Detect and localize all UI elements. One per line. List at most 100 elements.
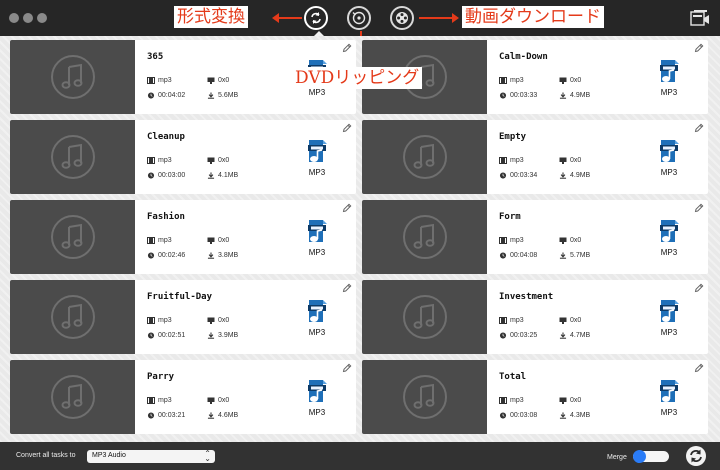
- download-icon: [559, 332, 567, 339]
- output-format-selector[interactable]: MP3: [304, 219, 330, 267]
- minimize-window-button[interactable]: [23, 13, 33, 23]
- output-format-label: MP3: [308, 168, 326, 177]
- task-size: 3.9MB: [207, 332, 238, 339]
- clock-icon: [499, 172, 507, 179]
- task-size-value: 4.7MB: [570, 332, 591, 339]
- disc-icon: [352, 11, 366, 25]
- mp3-format-icon: [308, 140, 327, 162]
- task-resolution: 0x0: [559, 397, 581, 404]
- film-icon: [147, 77, 155, 84]
- output-format-label: MP3: [308, 328, 326, 337]
- film-icon: [499, 237, 507, 244]
- output-format-selector[interactable]: MP3: [656, 139, 682, 187]
- task-title: Calm-Down: [499, 52, 548, 62]
- task-card[interactable]: Investment mp3 0x0 00:03:25 4.7MB MP3: [362, 280, 708, 354]
- download-icon: [207, 92, 215, 99]
- edit-pencil-icon[interactable]: [342, 283, 352, 293]
- edit-pencil-icon[interactable]: [694, 43, 704, 53]
- edit-pencil-icon[interactable]: [694, 203, 704, 213]
- zoom-window-button[interactable]: [37, 13, 47, 23]
- task-format: mp3: [499, 317, 524, 324]
- edit-pencil-icon[interactable]: [342, 203, 352, 213]
- clock-icon: [499, 412, 507, 419]
- dvd-ripping-mode-button[interactable]: [347, 6, 371, 30]
- task-duration: 00:03:08: [499, 412, 537, 419]
- task-thumbnail: [362, 280, 487, 354]
- output-format-selector[interactable]: MP3: [656, 299, 682, 347]
- monitor-icon: [207, 397, 215, 404]
- merge-toggle[interactable]: [633, 450, 669, 463]
- task-size: 4.9MB: [559, 92, 590, 99]
- task-title: Parry: [147, 372, 175, 382]
- media-library-icon[interactable]: [690, 9, 710, 27]
- task-duration: 00:02:46: [147, 252, 185, 259]
- task-duration-value: 00:04:08: [510, 252, 538, 259]
- download-icon: [207, 332, 215, 339]
- mp3-format-icon: [308, 380, 327, 402]
- task-card[interactable]: Total mp3 0x0 00:03:08 4.3MB MP3: [362, 360, 708, 434]
- task-grid: 365 mp3 0x0 00:04:02 5.6MB MP3 Calm-Down…: [10, 40, 708, 434]
- task-format: mp3: [499, 397, 524, 404]
- convert-icon: [311, 12, 321, 24]
- film-icon: [147, 317, 155, 324]
- merge-toggle-knob: [633, 450, 646, 463]
- task-duration-value: 00:03:00: [158, 172, 186, 179]
- task-resolution: 0x0: [559, 317, 581, 324]
- annotation-download: 動画ダウンロード: [462, 6, 604, 28]
- clock-icon: [147, 252, 155, 259]
- task-format-value: mp3: [510, 317, 524, 324]
- edit-pencil-icon[interactable]: [694, 283, 704, 293]
- convert-all-button[interactable]: [685, 445, 707, 467]
- task-format-value: mp3: [158, 237, 172, 244]
- task-resolution-value: 0x0: [218, 237, 230, 244]
- task-size-value: 4.9MB: [570, 172, 591, 179]
- task-thumbnail: [10, 280, 135, 354]
- convert-mode-button[interactable]: [304, 6, 328, 30]
- task-size: 4.6MB: [207, 412, 238, 419]
- task-duration: 00:03:34: [499, 172, 537, 179]
- output-format-selector[interactable]: MP3: [656, 219, 682, 267]
- task-resolution: 0x0: [559, 77, 581, 84]
- output-format-selector[interactable]: MP3: [656, 59, 682, 107]
- merge-label: Merge: [607, 454, 627, 461]
- task-card[interactable]: Cleanup mp3 0x0 00:03:00 4.1MB MP3: [10, 120, 356, 194]
- monitor-icon: [559, 317, 567, 324]
- convert-all-format-value: MP3 Audio: [92, 452, 126, 459]
- task-resolution-value: 0x0: [570, 77, 582, 84]
- convert-all-format-select[interactable]: MP3 Audio ⌃ ⌄: [87, 450, 215, 463]
- title-bar: 形式変換 動画ダウンロード: [0, 0, 720, 63]
- monitor-icon: [207, 317, 215, 324]
- output-format-selector[interactable]: MP3: [656, 379, 682, 427]
- output-format-selector[interactable]: MP3: [304, 379, 330, 427]
- edit-pencil-icon[interactable]: [694, 123, 704, 133]
- edit-pencil-icon[interactable]: [342, 43, 352, 53]
- task-size-value: 4.9MB: [570, 92, 591, 99]
- task-duration: 00:04:08: [499, 252, 537, 259]
- task-card[interactable]: Fruitful-Day mp3 0x0 00:02:51 3.9MB MP3: [10, 280, 356, 354]
- task-card[interactable]: Form mp3 0x0 00:04:08 5.7MB MP3: [362, 200, 708, 274]
- task-thumbnail: [10, 120, 135, 194]
- output-format-selector[interactable]: MP3: [304, 299, 330, 347]
- task-resolution: 0x0: [207, 317, 229, 324]
- task-resolution: 0x0: [559, 157, 581, 164]
- edit-pencil-icon[interactable]: [342, 123, 352, 133]
- task-size: 4.7MB: [559, 332, 590, 339]
- video-download-mode-button[interactable]: [390, 6, 414, 30]
- task-resolution: 0x0: [207, 157, 229, 164]
- edit-pencil-icon[interactable]: [694, 363, 704, 373]
- close-window-button[interactable]: [9, 13, 19, 23]
- task-size-value: 4.1MB: [218, 172, 239, 179]
- output-format-label: MP3: [308, 408, 326, 417]
- task-card[interactable]: Fashion mp3 0x0 00:02:46 3.8MB MP3: [10, 200, 356, 274]
- edit-pencil-icon[interactable]: [342, 363, 352, 373]
- task-thumbnail: [362, 120, 487, 194]
- task-thumbnail: [362, 360, 487, 434]
- output-format-selector[interactable]: MP3: [304, 139, 330, 187]
- task-title: 365: [147, 52, 164, 62]
- film-icon: [499, 77, 507, 84]
- task-card[interactable]: Parry mp3 0x0 00:03:21 4.6MB MP3: [10, 360, 356, 434]
- task-title: Form: [499, 212, 521, 222]
- task-card[interactable]: Empty mp3 0x0 00:03:34 4.9MB MP3: [362, 120, 708, 194]
- task-format: mp3: [499, 237, 524, 244]
- monitor-icon: [559, 77, 567, 84]
